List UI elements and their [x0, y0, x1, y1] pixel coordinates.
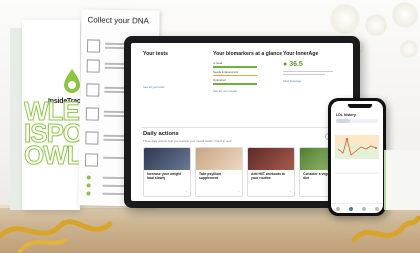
ldl-history-chart: [335, 135, 379, 174]
action-card-text: Take psyllium supplement: [199, 172, 222, 181]
kit-box-right: [384, 150, 420, 210]
action-card-image: [196, 148, 242, 170]
gold-ribbon-left: [0, 219, 113, 253]
bokeh-light: [330, 4, 360, 34]
phone-screen: LDL history: [331, 101, 383, 213]
step-illustration: [86, 59, 100, 73]
biomarker-label: Needs improvement: [213, 69, 239, 74]
bullet-dot: [86, 183, 91, 188]
biomarker-bar: [213, 74, 257, 76]
biomarker-row: Optimized: [213, 78, 281, 85]
action-card[interactable]: Take psyllium supplement ›: [195, 147, 243, 197]
phone-title: LDL history: [336, 113, 356, 117]
tablet-device: Your tests See all your tests Your bioma…: [124, 36, 360, 208]
bokeh-light: [400, 40, 418, 58]
innerage-link[interactable]: View InnerAge: [283, 79, 351, 83]
bullet-dot: [86, 191, 91, 196]
action-card-arrow-icon: ›: [186, 190, 187, 193]
action-card-text: Increase your weight load slowly: [147, 172, 181, 181]
dashboard-screen: Your tests See all your tests Your bioma…: [131, 43, 353, 201]
step-illustration: [86, 83, 100, 97]
innerage-number: 36.5: [289, 61, 303, 68]
biomarker-bar: [213, 66, 257, 68]
action-card-arrow-icon: ›: [290, 190, 291, 193]
tests-column: Your tests See all your tests: [143, 51, 211, 89]
biomarker-row: In Goal: [213, 61, 281, 68]
step-illustration: [84, 153, 99, 167]
daily-actions-title: Daily actions: [143, 131, 179, 137]
section-divider: [141, 127, 343, 128]
biomarker-row: Needs improvement: [213, 69, 281, 76]
phone-tabs[interactable]: [336, 119, 378, 123]
innerage-column: Your InnerAge ● 36.5 View InnerAge: [283, 51, 351, 83]
tests-row: [143, 76, 211, 81]
step-illustration: [85, 107, 100, 121]
step-illustration: [85, 131, 99, 145]
biomarkers-column: Your biomarkers at a glance In Goal Need…: [213, 51, 283, 93]
tests-title: Your tests: [143, 51, 168, 57]
nav-icon[interactable]: [361, 206, 366, 211]
bullet-dot: [86, 175, 91, 180]
phone-notch: [348, 104, 372, 108]
kit-pattern-words: WLED ISPOW OWLE: [24, 100, 84, 166]
action-card-text: Add HIIT workouts to your routine: [251, 172, 286, 181]
nav-icon[interactable]: [374, 206, 379, 211]
sheet-title: Collect your DNA: [87, 15, 149, 26]
step-illustration: [86, 39, 101, 53]
nav-icon[interactable]: [348, 206, 353, 211]
kit-word: OWLE: [24, 140, 84, 167]
phone-device: LDL history: [328, 98, 386, 216]
tests-link[interactable]: See all your tests: [143, 85, 211, 89]
drop-logo-icon: [64, 69, 80, 93]
nav-icon[interactable]: [335, 206, 340, 211]
biomarker-bar: [213, 83, 257, 85]
action-card-image: [144, 148, 190, 170]
action-card[interactable]: Increase your weight load slowly ›: [143, 147, 191, 197]
biomarkers-title: Your biomarkers at a glance: [213, 51, 283, 57]
biomarkers-link[interactable]: See all your results: [213, 89, 281, 93]
phone-tab-active[interactable]: [336, 119, 350, 123]
innerage-text-lines: [283, 71, 351, 75]
action-card[interactable]: Add HIIT workouts to your routine ›: [247, 147, 295, 197]
bokeh-light: [365, 14, 387, 36]
biomarker-label: Optimized: [213, 78, 226, 82]
action-card-image: [248, 148, 294, 170]
action-card-arrow-icon: ›: [238, 190, 239, 193]
phone-bottom-nav: [331, 203, 383, 213]
product-photo-scene: InsideTracker WLED ISPOW OWLE Collect yo…: [0, 0, 420, 253]
innerage-title: Your InnerAge: [283, 51, 319, 57]
biomarker-label: In Goal: [213, 61, 223, 65]
daily-actions-subtitle: These daily actions help you improve you…: [143, 139, 232, 143]
innerage-value: ● 36.5: [283, 61, 303, 68]
bokeh-light: [392, 2, 418, 28]
